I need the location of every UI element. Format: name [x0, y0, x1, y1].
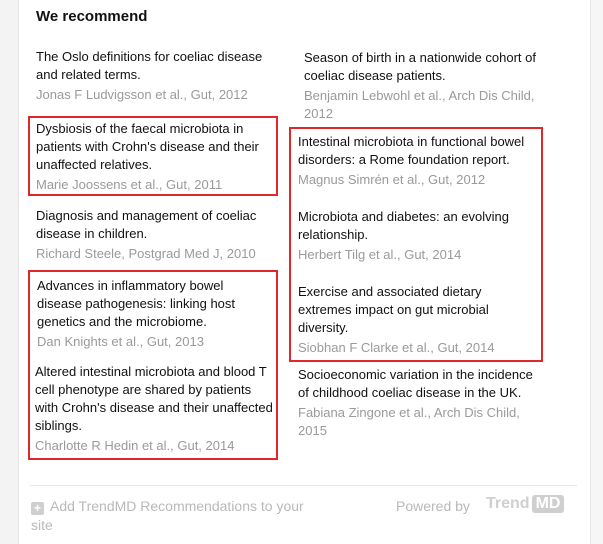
add-trendmd-link[interactable]: + Add TrendMD Recommendations to your sit…	[31, 497, 321, 535]
recommendation-title[interactable]: Season of birth in a nationwide cohort o…	[304, 49, 540, 85]
recommendation-item[interactable]: Socioeconomic variation in the incidence…	[298, 366, 544, 440]
recommendation-meta: Richard Steele, Postgrad Med J, 2010	[36, 246, 256, 261]
recommendation-item[interactable]: Diagnosis and management of coeliac dise…	[36, 207, 282, 263]
footer-divider	[30, 485, 577, 486]
recommendation-meta: Benjamin Lebwohl et al., Arch Dis Child,…	[304, 88, 535, 121]
recommendation-item[interactable]: Season of birth in a nationwide cohort o…	[304, 49, 540, 123]
highlight-box	[28, 116, 278, 196]
left-page-edge	[0, 0, 19, 544]
recommendation-title[interactable]: Diagnosis and management of coeliac dise…	[36, 207, 282, 243]
recommendation-title[interactable]: Socioeconomic variation in the incidence…	[298, 366, 544, 402]
highlight-box	[289, 127, 543, 362]
logo-trend-text: Trend	[486, 495, 530, 512]
add-trendmd-label[interactable]: Add TrendMD Recommendations to your site	[31, 498, 304, 533]
powered-by-label: Powered by	[396, 498, 470, 514]
panel-heading: We recommend	[36, 8, 148, 25]
plus-icon: +	[31, 502, 44, 515]
right-page-edge	[590, 0, 603, 544]
logo-md-badge: MD	[531, 495, 565, 513]
recommendation-meta: Fabiana Zingone et al., Arch Dis Child, …	[298, 405, 520, 438]
recommendation-title[interactable]: The Oslo definitions for coeliac disease…	[36, 48, 282, 84]
recommendation-item[interactable]: The Oslo definitions for coeliac disease…	[36, 48, 282, 104]
highlight-box	[28, 270, 278, 460]
recommendation-meta: Jonas F Ludvigsson et al., Gut, 2012	[36, 87, 248, 102]
trendmd-logo[interactable]: Trend MD	[486, 495, 565, 513]
